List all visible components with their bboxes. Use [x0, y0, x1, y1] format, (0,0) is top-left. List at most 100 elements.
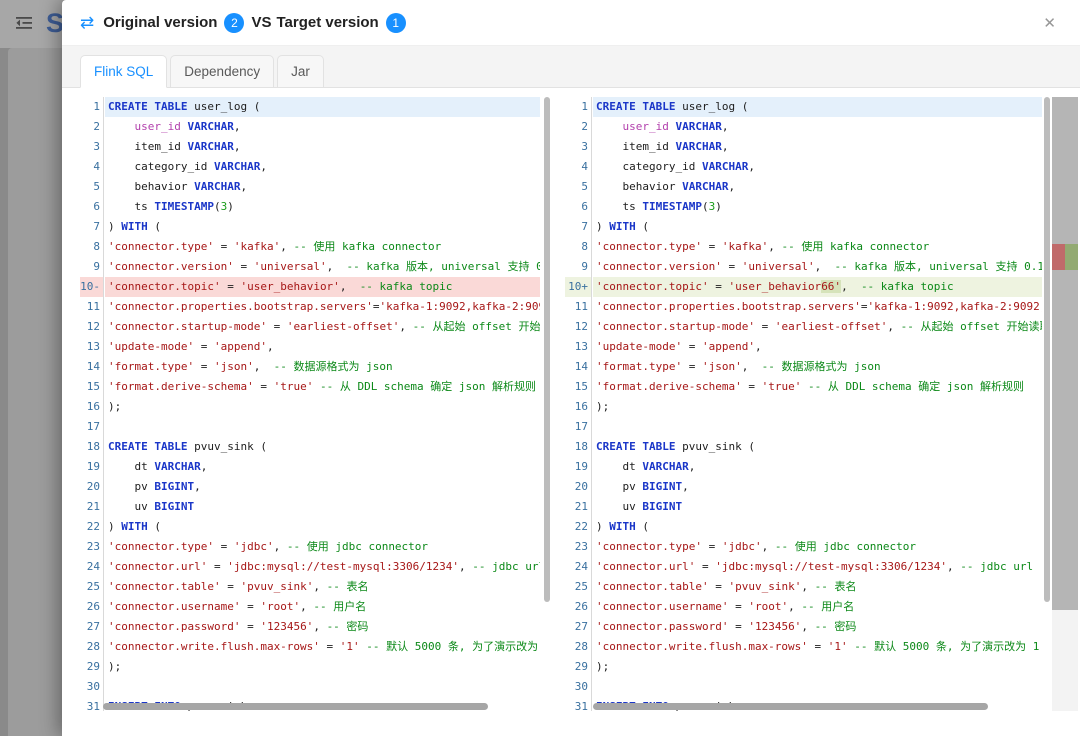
line-number: 30: [80, 677, 103, 697]
line-number: 7: [80, 217, 103, 237]
code-line: 'connector.topic' = 'user_behavior66', -…: [593, 277, 1042, 297]
original-vertical-scrollbar[interactable]: [544, 97, 550, 711]
code-line: 'connector.topic' = 'user_behavior', -- …: [105, 277, 540, 297]
line-number: 12: [565, 317, 591, 337]
original-code-pane[interactable]: CREATE TABLE user_log ( user_id VARCHAR,…: [105, 97, 540, 711]
code-line: user_id VARCHAR,: [105, 117, 540, 137]
code-line: );: [593, 657, 1042, 677]
code-line: ) WITH (: [105, 517, 540, 537]
line-number: 2: [80, 117, 103, 137]
line-number: 20: [80, 477, 103, 497]
line-number: 14: [565, 357, 591, 377]
line-number: 8: [80, 237, 103, 257]
code-line: 'connector.startup-mode' = 'earliest-off…: [105, 317, 540, 337]
code-line: item_id VARCHAR,: [105, 137, 540, 157]
code-line: 'connector.username' = 'root', -- 用户名: [593, 597, 1042, 617]
tab-dependency[interactable]: Dependency: [170, 55, 274, 88]
code-line: CREATE TABLE user_log (: [593, 97, 1042, 117]
line-number: 17: [80, 417, 103, 437]
line-number: 13: [565, 337, 591, 357]
code-line: CREATE TABLE user_log (: [105, 97, 540, 117]
deletion-marker: [1052, 244, 1065, 270]
code-line: CREATE TABLE pvuv_sink (: [593, 437, 1042, 457]
code-line: 'connector.type' = 'jdbc', -- 使用 jdbc co…: [105, 537, 540, 557]
line-number: 19: [80, 457, 103, 477]
code-line: 'connector.type' = 'jdbc', -- 使用 jdbc co…: [593, 537, 1042, 557]
line-number: 14: [80, 357, 103, 377]
code-line: [105, 417, 540, 437]
code-line: item_id VARCHAR,: [593, 137, 1042, 157]
tab-jar[interactable]: Jar: [277, 55, 324, 88]
code-line: ts TIMESTAMP(3): [593, 197, 1042, 217]
line-number: 10+: [565, 277, 591, 297]
target-code-pane[interactable]: CREATE TABLE user_log ( user_id VARCHAR,…: [593, 97, 1042, 711]
line-number: 21: [565, 497, 591, 517]
code-line: dt VARCHAR,: [105, 457, 540, 477]
original-version-label: Original version: [103, 14, 217, 31]
line-number: 27: [565, 617, 591, 637]
line-number: 6: [565, 197, 591, 217]
code-line: 'format.derive-schema' = 'true' -- 从 DDL…: [593, 377, 1042, 397]
code-line: 'connector.type' = 'kafka', -- 使用 kafka …: [593, 237, 1042, 257]
diff-overview-ruler[interactable]: [1052, 97, 1078, 711]
code-line: ) WITH (: [105, 217, 540, 237]
line-number: 22: [565, 517, 591, 537]
code-line: 'connector.write.flush.max-rows' = '1' -…: [105, 637, 540, 657]
swap-icon: ⇄: [80, 14, 94, 31]
line-number: 30: [565, 677, 591, 697]
target-line-number-gutter: 12345678910+1112131415161718192021222324…: [565, 97, 592, 711]
line-number: 8: [565, 237, 591, 257]
tab-flink-sql[interactable]: Flink SQL: [80, 55, 167, 88]
line-number: 21: [80, 497, 103, 517]
line-number: 15: [80, 377, 103, 397]
code-line: ts TIMESTAMP(3): [105, 197, 540, 217]
line-number: 24: [80, 557, 103, 577]
code-line: );: [105, 397, 540, 417]
code-line: 'connector.properties.bootstrap.servers'…: [105, 297, 540, 317]
code-line: behavior VARCHAR,: [593, 177, 1042, 197]
original-horizontal-scrollbar[interactable]: [103, 703, 488, 710]
line-number: 29: [565, 657, 591, 677]
target-horizontal-scrollbar[interactable]: [593, 703, 988, 710]
line-number: 19: [565, 457, 591, 477]
line-number: 28: [565, 637, 591, 657]
line-number: 28: [80, 637, 103, 657]
line-number: 4: [80, 157, 103, 177]
line-number: 17: [565, 417, 591, 437]
code-line: [593, 677, 1042, 697]
code-line: pv BIGINT,: [593, 477, 1042, 497]
original-version-badge: 2: [224, 13, 244, 33]
code-line: 'connector.table' = 'pvuv_sink', -- 表名: [593, 577, 1042, 597]
tab-bar: Flink SQL Dependency Jar: [62, 46, 1080, 88]
line-number: 1: [565, 97, 591, 117]
line-number: 26: [80, 597, 103, 617]
target-version-badge: 1: [386, 13, 406, 33]
code-line: 'connector.url' = 'jdbc:mysql://test-mys…: [105, 557, 540, 577]
line-number: 12: [80, 317, 103, 337]
target-version-label: Target version: [276, 14, 378, 31]
code-line: ) WITH (: [593, 517, 1042, 537]
line-number: 5: [565, 177, 591, 197]
line-number: 18: [80, 437, 103, 457]
line-number: 27: [80, 617, 103, 637]
code-line: 'update-mode' = 'append',: [593, 337, 1042, 357]
code-line: 'connector.table' = 'pvuv_sink', -- 表名: [105, 577, 540, 597]
line-number: 31: [80, 697, 103, 711]
line-number: 11: [80, 297, 103, 317]
close-icon[interactable]: ✕: [1037, 10, 1062, 36]
line-number: 2: [565, 117, 591, 137]
line-number: 11: [565, 297, 591, 317]
code-line: );: [105, 657, 540, 677]
menu-fold-icon[interactable]: [15, 14, 33, 32]
code-line: 'connector.properties.bootstrap.servers'…: [593, 297, 1042, 317]
overview-scrollbar-thumb[interactable]: [1052, 97, 1078, 610]
line-number: 31: [565, 697, 591, 711]
line-number: 10-: [80, 277, 103, 297]
code-line: 'connector.type' = 'kafka', -- 使用 kafka …: [105, 237, 540, 257]
code-line: 'connector.password' = '123456', -- 密码: [105, 617, 540, 637]
code-line: behavior VARCHAR,: [105, 177, 540, 197]
code-line: [105, 677, 540, 697]
code-line: uv BIGINT: [593, 497, 1042, 517]
code-line: ) WITH (: [593, 217, 1042, 237]
target-vertical-scrollbar[interactable]: [1044, 97, 1050, 711]
